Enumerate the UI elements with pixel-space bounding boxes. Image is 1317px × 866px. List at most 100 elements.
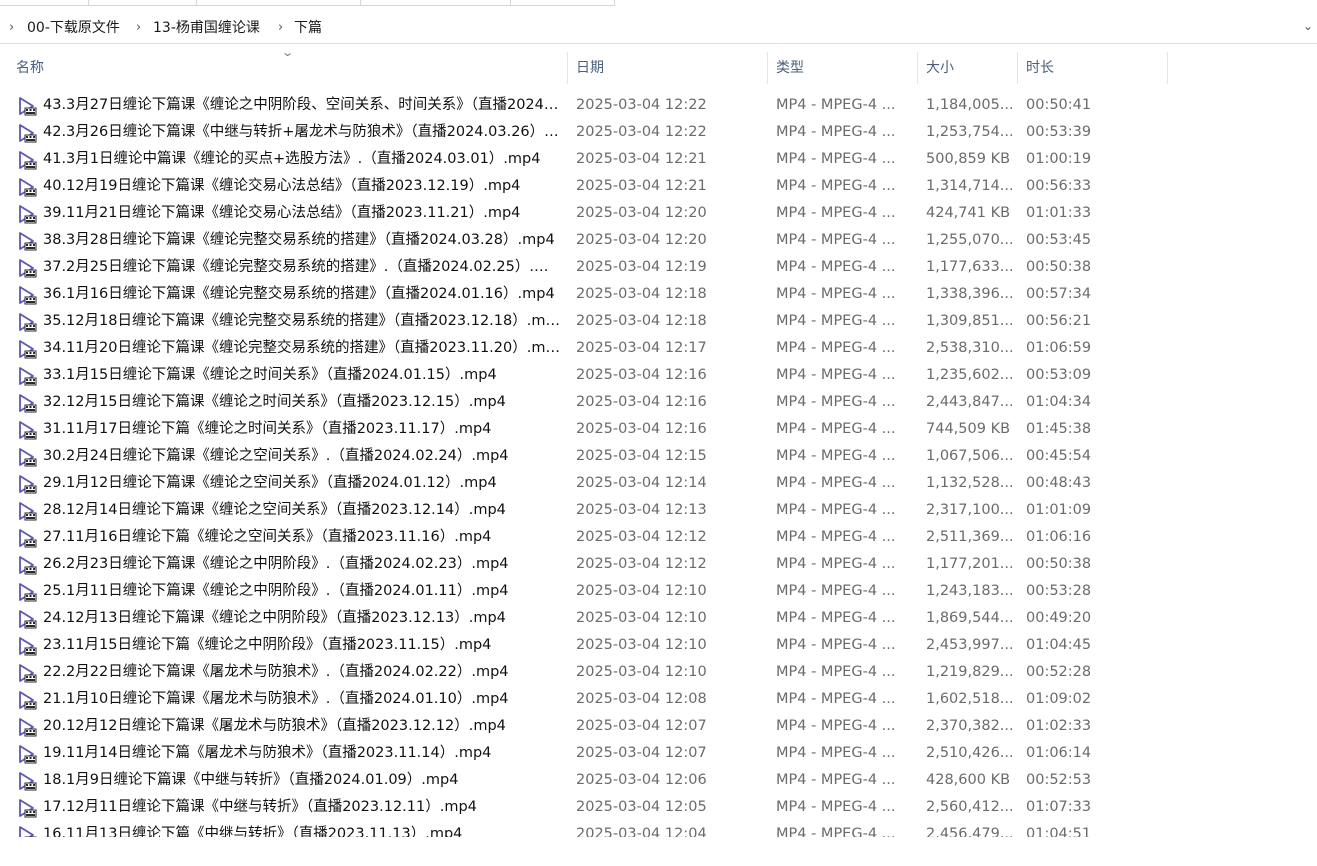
- file-duration: 01:02:33: [1026, 718, 1092, 734]
- file-type: MP4 - MPEG-4 ...: [776, 97, 896, 113]
- file-duration: 00:53:28: [1026, 583, 1092, 599]
- file-duration: 00:45:54: [1026, 448, 1092, 464]
- video-file-icon: [17, 393, 37, 413]
- status-area: [0, 837, 1317, 866]
- breadcrumb-item[interactable]: 00-下载原文件: [27, 19, 120, 37]
- file-size: 1,309,851...: [926, 313, 1012, 329]
- toolbar-tab[interactable]: [360, 0, 511, 6]
- breadcrumb-item[interactable]: 下篇: [294, 19, 322, 37]
- file-type: MP4 - MPEG-4 ...: [776, 772, 896, 788]
- file-row[interactable]: 35.12月18日缠论下篇课《缠论完整交易系统的搭建》（直播2023.12.18…: [0, 308, 1317, 335]
- file-type: MP4 - MPEG-4 ...: [776, 637, 896, 653]
- window-top-strip: [0, 0, 1317, 9]
- file-row[interactable]: 22.2月22日缠论下篇课《屠龙术与防狼术》.（直播2024.02.22）.mp…: [0, 659, 1317, 686]
- file-row[interactable]: 21.1月10日缠论下篇课《屠龙术与防狼术》.（直播2024.01.10）.mp…: [0, 686, 1317, 713]
- file-name: 35.12月18日缠论下篇课《缠论完整交易系统的搭建》（直播2023.12.18…: [43, 313, 560, 329]
- file-row[interactable]: 34.11月20日缠论下篇课《缠论完整交易系统的搭建》（直播2023.11.20…: [0, 335, 1317, 362]
- file-row[interactable]: 43.3月27日缠论下篇课《缠论之中阴阶段、空间关系、时间关系》（直播2024.…: [0, 92, 1317, 119]
- file-row[interactable]: 19.11月14日缠论下篇《屠龙术与防狼术》（直播2023.11.14）.mp4…: [0, 740, 1317, 767]
- address-bar[interactable]: › 00-下载原文件 › 13-杨甫国缠论课 › 下篇 ⌄: [0, 13, 1317, 44]
- file-row[interactable]: 20.12月12日缠论下篇课《屠龙术与防狼术》（直播2023.12.12）.mp…: [0, 713, 1317, 740]
- video-file-icon: [17, 204, 37, 224]
- file-duration: 01:04:45: [1026, 637, 1092, 653]
- file-row[interactable]: 33.1月15日缠论下篇课《缠论之时间关系》（直播2024.01.15）.mp4…: [0, 362, 1317, 389]
- file-row[interactable]: 38.3月28日缠论下篇课《缠论完整交易系统的搭建》（直播2024.03.28）…: [0, 227, 1317, 254]
- file-list[interactable]: 43.3月27日缠论下篇课《缠论之中阴阶段、空间关系、时间关系》（直播2024.…: [0, 92, 1317, 837]
- file-row[interactable]: 30.2月24日缠论下篇课《缠论之空间关系》.（直播2024.02.24）.mp…: [0, 443, 1317, 470]
- toolbar-tab[interactable]: [196, 0, 361, 6]
- video-file-icon: [17, 231, 37, 251]
- column-header-date[interactable]: 日期: [568, 52, 768, 84]
- file-size: 1,177,633...: [926, 259, 1012, 275]
- file-type: MP4 - MPEG-4 ...: [776, 610, 896, 626]
- file-date: 2025-03-04 12:10: [576, 637, 707, 653]
- file-duration: 01:06:14: [1026, 745, 1092, 761]
- file-row[interactable]: 29.1月12日缠论下篇课《缠论之空间关系》（直播2024.01.12）.mp4…: [0, 470, 1317, 497]
- file-size: 1,243,183...: [926, 583, 1012, 599]
- file-duration: 00:52:28: [1026, 664, 1092, 680]
- file-row[interactable]: 18.1月9日缠论下篇课《中继与转折》（直播2024.01.09）.mp4 202…: [0, 767, 1317, 794]
- file-row[interactable]: 16.11月13日缠论下篇《中继与转折》（直播2023.11.13）.mp4 20…: [0, 821, 1317, 837]
- video-file-icon: [17, 582, 37, 602]
- file-row[interactable]: 25.1月11日缠论下篇课《缠论之中阴阶段》.（直播2024.01.11）.mp…: [0, 578, 1317, 605]
- chevron-right-icon[interactable]: ›: [136, 19, 141, 37]
- file-name: 20.12月12日缠论下篇课《屠龙术与防狼术》（直播2023.12.12）.mp…: [43, 718, 506, 734]
- file-name: 36.1月16日缠论下篇课《缠论完整交易系统的搭建》（直播2024.01.16）…: [43, 286, 555, 302]
- column-header-type[interactable]: 类型: [768, 52, 918, 84]
- file-date: 2025-03-04 12:04: [576, 826, 707, 837]
- video-file-icon: [17, 474, 37, 494]
- file-row[interactable]: 28.12月14日缠论下篇课《缠论之空间关系》（直播2023.12.14）.mp…: [0, 497, 1317, 524]
- file-name: 21.1月10日缠论下篇课《屠龙术与防狼术》.（直播2024.01.10）.mp…: [43, 691, 509, 707]
- file-size: 2,317,100...: [926, 502, 1012, 518]
- file-row[interactable]: 40.12月19日缠论下篇课《缠论交易心法总结》（直播2023.12.19）.m…: [0, 173, 1317, 200]
- column-header-size[interactable]: 大小: [918, 52, 1018, 84]
- file-type: MP4 - MPEG-4 ...: [776, 367, 896, 383]
- video-file-icon: [17, 717, 37, 737]
- file-row[interactable]: 27.11月16日缠论下篇《缠论之空间关系》（直播2023.11.16）.mp4…: [0, 524, 1317, 551]
- file-row[interactable]: 23.11月15日缠论下篇《缠论之中阴阶段》（直播2023.11.15）.mp4…: [0, 632, 1317, 659]
- chevron-right-icon[interactable]: ›: [9, 19, 14, 37]
- video-file-icon: [17, 609, 37, 629]
- chevron-down-icon[interactable]: ⌄: [1303, 19, 1313, 33]
- file-duration: 00:48:43: [1026, 475, 1092, 491]
- file-name: 17.12月11日缠论下篇课《中继与转折》（直播2023.12.11）.mp4: [43, 799, 477, 815]
- file-duration: 01:07:33: [1026, 799, 1092, 815]
- video-file-icon: [17, 663, 37, 683]
- toolbar-tab[interactable]: [0, 0, 89, 6]
- file-row[interactable]: 37.2月25日缠论下篇课《缠论完整交易系统的搭建》.（直播2024.02.25…: [0, 254, 1317, 281]
- file-row[interactable]: 24.12月13日缠论下篇课《缠论之中阴阶段》（直播2023.12.13）.mp…: [0, 605, 1317, 632]
- file-size: 2,510,426...: [926, 745, 1012, 761]
- file-type: MP4 - MPEG-4 ...: [776, 124, 896, 140]
- toolbar-tab[interactable]: [88, 0, 197, 6]
- video-file-icon: [17, 150, 37, 170]
- file-row[interactable]: 26.2月23日缠论下篇课《缠论之中阴阶段》.（直播2024.02.23）.mp…: [0, 551, 1317, 578]
- file-row[interactable]: 32.12月15日缠论下篇课《缠论之时间关系》（直播2023.12.15）.mp…: [0, 389, 1317, 416]
- file-row[interactable]: 42.3月26日缠论下篇课《中继与转折+屠龙术与防狼术》（直播2024.03.2…: [0, 119, 1317, 146]
- breadcrumb-item[interactable]: 13-杨甫国缠论课: [153, 19, 260, 37]
- file-name: 28.12月14日缠论下篇课《缠论之空间关系》（直播2023.12.14）.mp…: [43, 502, 506, 518]
- file-name: 40.12月19日缠论下篇课《缠论交易心法总结》（直播2023.12.19）.m…: [43, 178, 521, 194]
- toolbar-tab[interactable]: [510, 0, 615, 6]
- file-row[interactable]: 31.11月17日缠论下篇《缠论之时间关系》（直播2023.11.17）.mp4…: [0, 416, 1317, 443]
- chevron-right-icon[interactable]: ›: [278, 19, 283, 37]
- file-size: 1,338,396...: [926, 286, 1012, 302]
- file-type: MP4 - MPEG-4 ...: [776, 259, 896, 275]
- file-type: MP4 - MPEG-4 ...: [776, 745, 896, 761]
- file-row[interactable]: 39.11月21日缠论下篇课《缠论交易心法总结》（直播2023.11.21）.m…: [0, 200, 1317, 227]
- video-file-icon: [17, 447, 37, 467]
- file-name: 24.12月13日缠论下篇课《缠论之中阴阶段》（直播2023.12.13）.mp…: [43, 610, 506, 626]
- file-date: 2025-03-04 12:21: [576, 178, 707, 194]
- file-name: 37.2月25日缠论下篇课《缠论完整交易系统的搭建》.（直播2024.02.25…: [43, 259, 560, 275]
- file-name: 43.3月27日缠论下篇课《缠论之中阴阶段、空间关系、时间关系》（直播2024.…: [43, 97, 560, 113]
- column-header-duration[interactable]: 时长: [1018, 52, 1168, 84]
- file-row[interactable]: 17.12月11日缠论下篇课《中继与转折》（直播2023.12.11）.mp4 2…: [0, 794, 1317, 821]
- column-header-name[interactable]: 名称: [8, 52, 568, 84]
- file-row[interactable]: 41.3月1日缠论中篇课《缠论的买点+选股方法》.（直播2024.03.01）.…: [0, 146, 1317, 173]
- file-type: MP4 - MPEG-4 ...: [776, 394, 896, 410]
- file-row[interactable]: 36.1月16日缠论下篇课《缠论完整交易系统的搭建》（直播2024.01.16）…: [0, 281, 1317, 308]
- file-date: 2025-03-04 12:20: [576, 205, 707, 221]
- file-date: 2025-03-04 12:10: [576, 664, 707, 680]
- file-duration: 00:56:21: [1026, 313, 1092, 329]
- file-name: 27.11月16日缠论下篇《缠论之空间关系》（直播2023.11.16）.mp4: [43, 529, 492, 545]
- file-date: 2025-03-04 12:16: [576, 421, 707, 437]
